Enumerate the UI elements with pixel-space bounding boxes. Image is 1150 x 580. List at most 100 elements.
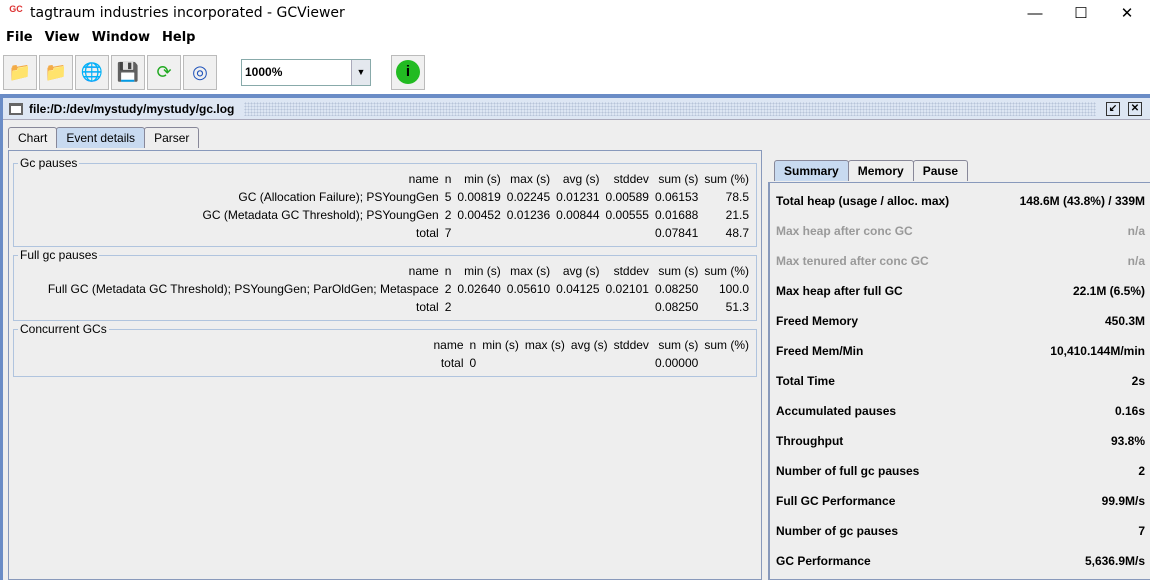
- summary-value: 148.6M (43.8%) / 339M: [1019, 194, 1145, 208]
- table-cell: 21.5: [725, 208, 749, 222]
- table-cell: [504, 224, 553, 242]
- table-cell: 7: [444, 226, 452, 240]
- restore-frame-button[interactable]: ↙: [1106, 101, 1120, 116]
- summary-row: Full GC Performance 99.9M/s: [770, 486, 1150, 516]
- summary-value: 99.9M/s: [1101, 494, 1145, 508]
- table-cell: [611, 354, 652, 372]
- table-cell: 0.02101: [605, 282, 649, 296]
- menu-file[interactable]: File: [0, 28, 39, 48]
- table-cell: 0.00844: [556, 208, 600, 222]
- table-cell: total: [440, 356, 464, 370]
- menu-bar: File View Window Help: [0, 28, 202, 48]
- column-header: n: [469, 338, 477, 352]
- tab-event-details[interactable]: Event details: [56, 127, 146, 148]
- summary-value: 5,636.9M/s: [1084, 554, 1145, 568]
- zoom-combo[interactable]: 1000% ▼: [241, 58, 371, 86]
- minimize-button[interactable]: —: [1012, 0, 1058, 26]
- column-header: stddev: [613, 172, 649, 186]
- app-logo-icon: GC: [9, 4, 23, 14]
- summary-value: 7: [1138, 524, 1145, 538]
- watch-button[interactable]: ◎: [183, 54, 217, 90]
- table-cell: 2: [444, 208, 452, 222]
- group-box: Full gc pauses name n min (s) max (s) avg (s)…: [13, 248, 757, 321]
- close-frame-button[interactable]: ✕: [1128, 101, 1142, 116]
- menu-window[interactable]: Window: [86, 28, 156, 48]
- table-cell: [603, 224, 652, 242]
- chevron-down-icon[interactable]: ▼: [351, 59, 370, 85]
- menu-help[interactable]: Help: [156, 28, 201, 48]
- summary-row: Total heap (usage / alloc. max) 148.6M (4…: [770, 186, 1150, 216]
- info-button[interactable]: i: [391, 54, 425, 90]
- table-cell: 2: [444, 300, 452, 314]
- table-cell: 0.05610: [506, 282, 551, 296]
- table-cell: 0.07841: [654, 226, 699, 240]
- table-cell: 0.02245: [506, 190, 551, 204]
- event-details-panel: Gc pauses name n min (s) max (s) avg (s) stdde…: [8, 150, 762, 580]
- summary-label: Max tenured after conc GC: [776, 254, 929, 268]
- watch-icon: ◎: [192, 61, 208, 82]
- column-header: sum (%): [704, 264, 749, 278]
- column-header: min (s): [482, 338, 519, 352]
- summary-row: GC Performance 5,636.9M/s: [770, 546, 1150, 576]
- tab-parser[interactable]: Parser: [144, 127, 200, 148]
- open-url-button[interactable]: 🌐: [75, 54, 109, 90]
- summary-value: 450.3M: [1104, 314, 1145, 328]
- summary-panel: Summary Memory Pause Total heap (usage /…: [768, 160, 1150, 580]
- tab-chart[interactable]: Chart: [8, 127, 58, 148]
- table-cell: [701, 354, 752, 372]
- table-cell: 0.01688: [654, 208, 699, 222]
- window-icon: [9, 102, 23, 115]
- main-tabs: Chart Event details Parser: [8, 127, 200, 148]
- summary-row: Accumulated pauses 0.16s: [770, 396, 1150, 426]
- table-cell: GC (Allocation Failure); PSYoungGen: [238, 190, 439, 204]
- open-file-button[interactable]: 📁: [3, 54, 37, 90]
- table-cell: 0.00452: [457, 208, 501, 222]
- table-cell: [522, 354, 568, 372]
- summary-label: Freed Memory: [776, 314, 859, 328]
- table-row: total 2 0.08250 51.3: [45, 298, 752, 316]
- open-folder-button[interactable]: 📁: [39, 54, 73, 90]
- column-header: sum (%): [704, 172, 749, 186]
- summary-label: Max heap after full GC: [776, 284, 903, 298]
- table-cell: GC (Metadata GC Threshold); PSYoungGen: [202, 208, 439, 222]
- summary-value: 93.8%: [1110, 434, 1145, 448]
- table-cell: 51.3: [725, 300, 749, 314]
- table-cell: 0.01231: [556, 190, 600, 204]
- table-header: name n min (s) max (s) avg (s) stddev sum (s) s…: [45, 262, 752, 280]
- summary-label: Total Time: [776, 374, 835, 388]
- summary-value: 22.1M (6.5%): [1072, 284, 1145, 298]
- tab-summary[interactable]: Summary: [774, 160, 849, 181]
- summary-label: Total heap (usage / alloc. max): [776, 194, 950, 208]
- summary-label: Number of full gc pauses: [776, 464, 920, 478]
- summary-tabs: Summary Memory Pause: [774, 160, 969, 181]
- column-header: stddev: [613, 338, 649, 352]
- summary-row: Max tenured after conc GC n/a: [770, 246, 1150, 276]
- tab-memory[interactable]: Memory: [847, 160, 914, 181]
- refresh-button[interactable]: ⟳: [147, 54, 181, 90]
- table-cell: 0.00589: [605, 190, 649, 204]
- group-box: Concurrent GCs name n min (s) max (s) avg (s)…: [13, 322, 757, 377]
- summary-label: Full GC Performance: [776, 494, 896, 508]
- close-button[interactable]: ✕: [1104, 0, 1150, 26]
- table-cell: 0.01236: [506, 208, 551, 222]
- zoom-value[interactable]: 1000%: [242, 60, 351, 85]
- column-header: max (s): [510, 264, 551, 278]
- summary-row: Throughput 93.8%: [770, 426, 1150, 456]
- save-button[interactable]: 💾: [111, 54, 145, 90]
- summary-row: Max heap after conc GC n/a: [770, 216, 1150, 246]
- column-header: sum (s): [658, 172, 699, 186]
- maximize-button[interactable]: ☐: [1058, 0, 1104, 26]
- column-header: stddev: [613, 264, 649, 278]
- table-header: name n min (s) max (s) avg (s) stddev sum (s) s…: [431, 336, 753, 354]
- table-cell: total: [416, 300, 439, 314]
- table-cell: 78.5: [725, 190, 749, 204]
- group-box: Gc pauses name n min (s) max (s) avg (s) stdde…: [13, 156, 757, 247]
- summary-row: Freed Mem/Min 10,410.144M/min: [770, 336, 1150, 366]
- open-folder-icon: 📁: [44, 61, 68, 82]
- column-header: max (s): [524, 338, 565, 352]
- table-row: total 7 0.07841 48.7: [200, 224, 752, 242]
- tab-pause[interactable]: Pause: [912, 160, 969, 181]
- column-header: sum (s): [658, 264, 699, 278]
- menu-view[interactable]: View: [39, 28, 86, 48]
- column-header: avg (s): [562, 264, 600, 278]
